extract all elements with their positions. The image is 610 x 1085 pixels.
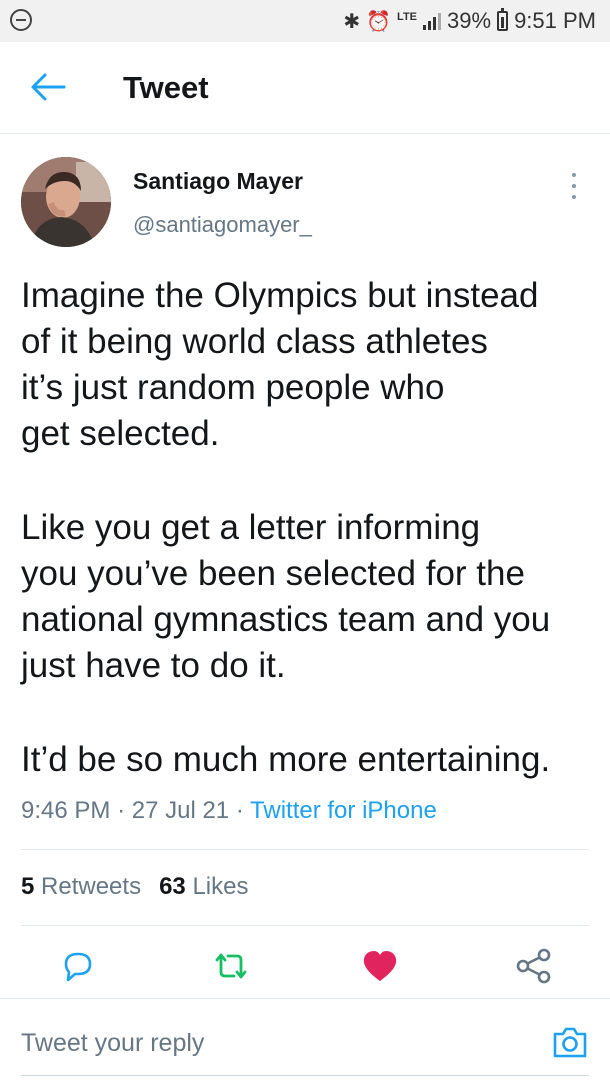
tweet-line: you you’ve been selected for the	[21, 554, 525, 593]
status-time: 9:51 PM	[514, 8, 596, 33]
tweet-paragraph: Like you get a letter informing you you’…	[21, 505, 601, 689]
tweet-line: Imagine the Olympics but instead	[21, 276, 539, 315]
bluetooth-icon: ✱	[343, 10, 361, 33]
status-bar: ✱ ⏰ LTE 39% 9:51 PM	[0, 0, 610, 42]
reply-underline	[21, 1075, 589, 1076]
battery-icon	[497, 8, 509, 31]
divider	[21, 849, 589, 850]
page-title: Tweet	[123, 70, 209, 105]
author-handle[interactable]: @santiagomayer_	[133, 212, 312, 238]
reply-input[interactable]: Tweet your reply	[21, 1029, 204, 1058]
meta-separator: ·	[117, 797, 126, 824]
retweets-label: Retweets	[41, 873, 142, 900]
tweet-time: 9:46 PM	[21, 797, 111, 824]
more-options-icon[interactable]	[566, 170, 582, 202]
back-arrow-icon[interactable]	[30, 72, 66, 102]
network-type: LTE	[397, 11, 418, 23]
heart-icon[interactable]	[360, 946, 400, 986]
dnd-icon	[10, 9, 32, 31]
retweets-stat[interactable]: 5 Retweets	[21, 873, 141, 900]
likes-stat[interactable]: 63 Likes	[159, 873, 248, 900]
tweet-paragraph: Imagine the Olympics but instead of it b…	[21, 273, 601, 457]
tweet-line: just have to do it.	[21, 646, 286, 685]
retweet-icon[interactable]	[211, 946, 251, 986]
tweet-text: Imagine the Olympics but instead of it b…	[21, 273, 601, 783]
signal-icon	[423, 12, 442, 30]
tweet-line: it’s just random people who	[21, 368, 445, 407]
tweet-line: of it being world class athletes	[21, 322, 488, 361]
likes-label: Likes	[192, 873, 249, 900]
tweet-source-link[interactable]: Twitter for iPhone	[250, 797, 437, 824]
camera-icon[interactable]	[552, 1025, 588, 1059]
tweet-line: It’d be so much more entertaining.	[21, 740, 551, 779]
tweet-stats: 5 Retweets 63 Likes	[21, 873, 248, 901]
likes-count: 63	[159, 873, 186, 900]
retweets-count: 5	[21, 873, 35, 900]
tweet-line: national gymnastics team and you	[21, 600, 551, 639]
app-header: Tweet	[0, 42, 610, 134]
avatar[interactable]	[21, 157, 111, 247]
author-name[interactable]: Santiago Mayer	[133, 168, 303, 195]
tweet-paragraph: It’d be so much more entertaining.	[21, 737, 601, 783]
alarm-icon: ⏰	[366, 10, 392, 33]
tweet-date: 27 Jul 21	[131, 797, 230, 824]
meta-separator: ·	[235, 797, 244, 824]
reply-bar: Tweet your reply	[0, 998, 610, 1085]
battery-percent: 39%	[447, 8, 492, 33]
share-icon[interactable]	[514, 946, 554, 986]
divider	[21, 925, 589, 926]
tweet-meta: 9:46 PM · 27 Jul 21 · Twitter for iPhone	[21, 797, 437, 825]
tweet-line: Like you get a letter informing	[21, 508, 481, 547]
status-icons: ✱ ⏰ LTE 39% 9:51 PM	[343, 6, 596, 36]
comment-icon[interactable]	[58, 946, 98, 986]
tweet-line: get selected.	[21, 414, 220, 453]
